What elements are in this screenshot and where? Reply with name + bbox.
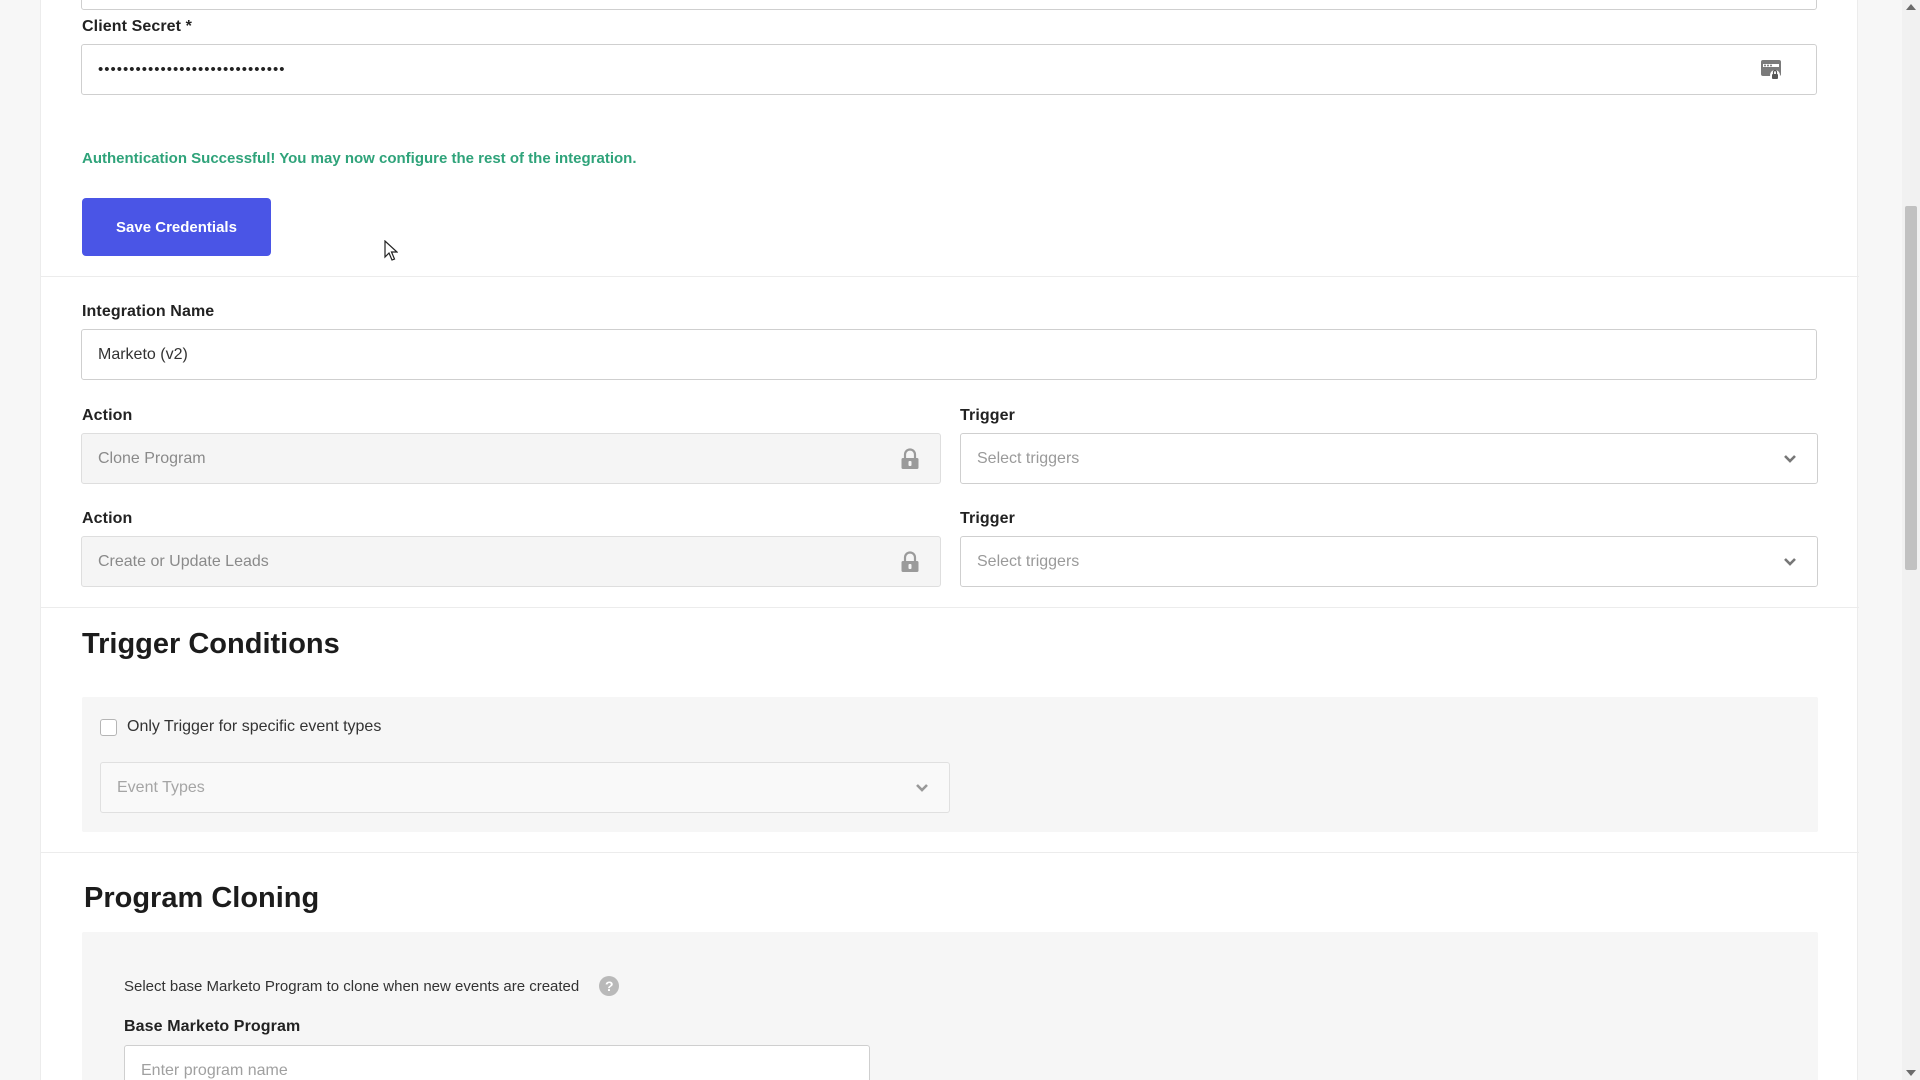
integration-name-input[interactable]: Marketo (v2) (81, 329, 1817, 380)
mouse-cursor-icon (384, 240, 398, 261)
action-value: Create or Update Leads (98, 552, 269, 570)
client-secret-label: Client Secret * (82, 18, 192, 35)
page-scrollbar[interactable] (1902, 0, 1920, 1080)
trigger-placeholder: Select triggers (977, 449, 1080, 467)
section-divider (41, 607, 1859, 608)
event-types-placeholder: Event Types (117, 778, 205, 796)
trigger-select[interactable]: Select triggers (960, 536, 1818, 587)
event-type-checkbox-label[interactable]: Only Trigger for specific event types (127, 718, 381, 736)
help-icon[interactable]: ? (599, 976, 620, 996)
scroll-thumb[interactable] (1905, 206, 1917, 570)
section-divider (41, 852, 1859, 853)
program-cloning-description: Select base Marketo Program to clone whe… (124, 977, 580, 995)
program-cloning-box: Select base Marketo Program to clone whe… (82, 932, 1818, 1080)
event-type-checkbox[interactable] (100, 718, 117, 736)
integration-settings-panel: Client Secret * ••••••••••••••••••••••••… (40, 0, 1859, 1080)
base-program-label: Base Marketo Program (124, 1018, 301, 1035)
chevron-down-icon (1783, 454, 1797, 464)
action-label: Action (82, 510, 133, 527)
event-types-select[interactable]: Event Types (100, 762, 950, 813)
base-program-placeholder: Enter program name (141, 1061, 288, 1079)
chevron-down-icon (915, 783, 929, 793)
password-manager-icon[interactable] (1760, 59, 1782, 81)
scroll-down-arrow-icon[interactable] (1906, 1070, 1916, 1076)
action-label: Action (82, 407, 133, 424)
trigger-label: Trigger (960, 407, 1015, 424)
action-field-create-update-leads: Create or Update Leads (81, 536, 941, 587)
trigger-label: Trigger (960, 510, 1015, 527)
program-cloning-title: Program Cloning (84, 882, 320, 914)
trigger-conditions-box: Only Trigger for specific event types Ev… (82, 697, 1818, 832)
lock-icon (900, 550, 920, 573)
client-id-field[interactable] (81, 0, 1817, 10)
section-divider (41, 276, 1859, 277)
trigger-placeholder: Select triggers (977, 552, 1080, 570)
lock-icon (900, 447, 920, 470)
chevron-down-icon (1783, 557, 1797, 567)
base-program-input[interactable]: Enter program name (124, 1045, 870, 1080)
integration-name-label: Integration Name (82, 303, 215, 320)
auth-success-message: Authentication Successful! You may now c… (82, 150, 637, 167)
client-secret-input[interactable]: •••••••••••••••••••••••••••••• (81, 44, 1817, 95)
trigger-select[interactable]: Select triggers (960, 433, 1818, 484)
integration-name-value: Marketo (v2) (98, 345, 188, 363)
action-field-clone-program: Clone Program (81, 433, 941, 484)
client-secret-value: •••••••••••••••••••••••••••••• (98, 61, 286, 78)
save-credentials-button[interactable]: Save Credentials (82, 198, 271, 256)
scroll-up-arrow-icon[interactable] (1906, 4, 1916, 10)
trigger-conditions-title: Trigger Conditions (82, 628, 340, 660)
action-value: Clone Program (98, 449, 206, 467)
